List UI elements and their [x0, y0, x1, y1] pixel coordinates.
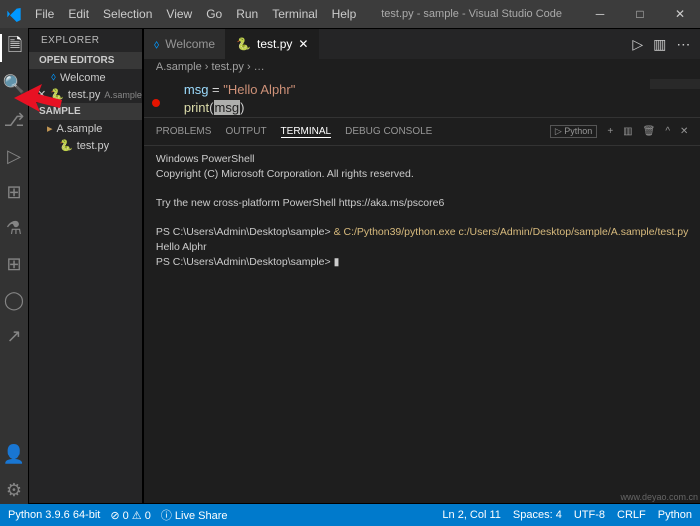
- split-terminal-icon[interactable]: ▥: [623, 126, 632, 137]
- file-testpy[interactable]: 🐍 test.py: [29, 137, 142, 154]
- status-liveshare[interactable]: ⓘ Live Share: [161, 507, 228, 523]
- source-control-icon[interactable]: ⎇: [0, 106, 28, 134]
- close-button[interactable]: ✕: [660, 0, 700, 28]
- tab-bar: ⬨ Welcome 🐍 test.py ✕ ▷ ▥ ⋯: [144, 29, 700, 59]
- menu-edit[interactable]: Edit: [61, 7, 96, 21]
- settings-gear-icon[interactable]: ⚙: [0, 476, 28, 504]
- status-encoding[interactable]: UTF-8: [574, 509, 605, 521]
- explorer-icon[interactable]: 🗎: [0, 34, 28, 62]
- watermark: www.deyao.com.cn: [620, 492, 698, 502]
- status-problems[interactable]: ⊘ 0 ⚠ 0: [110, 509, 150, 522]
- menu-view[interactable]: View: [159, 7, 199, 21]
- close-icon[interactable]: ✕: [37, 88, 46, 101]
- maximize-panel-icon[interactable]: ^: [665, 126, 670, 137]
- split-editor-icon[interactable]: ▥: [653, 36, 666, 53]
- status-cursor-position[interactable]: Ln 2, Col 11: [442, 509, 501, 521]
- more-actions-icon[interactable]: ⋯: [676, 36, 690, 53]
- close-tab-icon[interactable]: ✕: [298, 37, 308, 51]
- folder-badge: A.sample: [104, 90, 142, 100]
- breadcrumb[interactable]: A.sample › test.py › …: [144, 59, 700, 79]
- minimap[interactable]: [650, 79, 700, 89]
- status-indentation[interactable]: Spaces: 4: [513, 509, 562, 521]
- vscode-icon: ⬨: [154, 37, 159, 52]
- python-icon: 🐍: [59, 139, 73, 152]
- breakpoint-icon[interactable]: [152, 99, 160, 107]
- menu-terminal[interactable]: Terminal: [265, 7, 324, 21]
- testing-icon[interactable]: ⚗: [0, 214, 28, 242]
- tab-problems[interactable]: PROBLEMS: [156, 126, 212, 137]
- new-terminal-icon[interactable]: +: [607, 126, 613, 137]
- tab-terminal[interactable]: TERMINAL: [281, 126, 332, 138]
- github-icon[interactable]: ◯: [0, 286, 28, 314]
- workspace-folder-header[interactable]: SAMPLE: [29, 103, 142, 120]
- tab-label: Welcome: [165, 37, 215, 51]
- extensions-icon[interactable]: ⊞: [0, 178, 28, 206]
- code-line-1[interactable]: msg = "Hello Alphr": [184, 81, 700, 99]
- liveshare-icon[interactable]: ↗: [0, 322, 28, 350]
- panel-tabs: PROBLEMS OUTPUT TERMINAL DEBUG CONSOLE ▷…: [144, 118, 700, 146]
- window-controls: ─ □ ✕: [580, 0, 700, 28]
- menu-help[interactable]: Help: [325, 7, 364, 21]
- activity-bar: 🗎 🔍 ⎇ ▷ ⊞ ⚗ ⊞ ◯ ↗ 👤 ⚙: [0, 28, 28, 504]
- open-editor-label: test.py: [68, 89, 100, 101]
- terminal-shell-dropdown[interactable]: ▷ Python: [550, 125, 597, 138]
- tab-debug-console[interactable]: DEBUG CONSOLE: [345, 126, 432, 137]
- terminal-output[interactable]: Windows PowerShell Copyright (C) Microso…: [144, 146, 700, 276]
- code-editor[interactable]: msg = "Hello Alphr" print(msg): [144, 79, 700, 117]
- tab-label: test.py: [257, 37, 292, 51]
- vscode-icon: ⬨: [51, 71, 56, 84]
- maximize-button[interactable]: □: [620, 0, 660, 28]
- python-icon: 🐍: [50, 88, 64, 101]
- status-bar: Python 3.9.6 64-bit ⊘ 0 ⚠ 0 ⓘ Live Share…: [0, 504, 700, 526]
- kill-terminal-icon[interactable]: 🗑: [643, 126, 656, 137]
- close-panel-icon[interactable]: ✕: [680, 126, 688, 137]
- editor-group: ⬨ Welcome 🐍 test.py ✕ ▷ ▥ ⋯ A.sample › t…: [143, 28, 700, 504]
- sidebar-explorer: EXPLORER OPEN EDITORS ⬨ Welcome ✕ 🐍 test…: [28, 28, 143, 504]
- menu-selection[interactable]: Selection: [96, 7, 159, 21]
- open-editor-welcome[interactable]: ⬨ Welcome: [29, 69, 142, 86]
- explorer-header: EXPLORER: [29, 29, 142, 52]
- tab-welcome[interactable]: ⬨ Welcome: [144, 29, 226, 59]
- panel: PROBLEMS OUTPUT TERMINAL DEBUG CONSOLE ▷…: [144, 117, 700, 287]
- menu-go[interactable]: Go: [199, 7, 229, 21]
- vscode-logo-icon: [0, 6, 28, 22]
- tab-output[interactable]: OUTPUT: [225, 126, 266, 137]
- menu-bar: File Edit Selection View Go Run Terminal…: [28, 7, 363, 21]
- run-debug-icon[interactable]: ▷: [0, 142, 28, 170]
- file-label: test.py: [77, 140, 109, 152]
- remote-icon[interactable]: ⊞: [0, 250, 28, 278]
- status-eol[interactable]: CRLF: [617, 509, 646, 521]
- editor-actions: ▷ ▥ ⋯: [632, 29, 700, 59]
- minimize-button[interactable]: ─: [580, 0, 620, 28]
- menu-run[interactable]: Run: [229, 7, 265, 21]
- open-editor-label: Welcome: [60, 72, 106, 84]
- code-line-2[interactable]: print(msg): [184, 99, 700, 117]
- menu-file[interactable]: File: [28, 7, 61, 21]
- folder-icon: ▸: [47, 122, 53, 135]
- search-icon[interactable]: 🔍: [0, 70, 28, 98]
- open-editor-testpy[interactable]: ✕ 🐍 test.py A.sample: [29, 86, 142, 103]
- window-title: test.py - sample - Visual Studio Code: [363, 8, 580, 20]
- file-a-sample[interactable]: ▸ A.sample: [29, 120, 142, 137]
- status-python[interactable]: Python 3.9.6 64-bit: [8, 509, 100, 521]
- accounts-icon[interactable]: 👤: [0, 440, 28, 468]
- file-label: A.sample: [57, 123, 103, 135]
- tab-testpy[interactable]: 🐍 test.py ✕: [226, 29, 319, 59]
- python-icon: 🐍: [236, 37, 251, 51]
- status-language[interactable]: Python: [658, 509, 692, 521]
- run-button-icon[interactable]: ▷: [632, 36, 643, 53]
- titlebar: File Edit Selection View Go Run Terminal…: [0, 0, 700, 28]
- open-editors-header[interactable]: OPEN EDITORS: [29, 52, 142, 69]
